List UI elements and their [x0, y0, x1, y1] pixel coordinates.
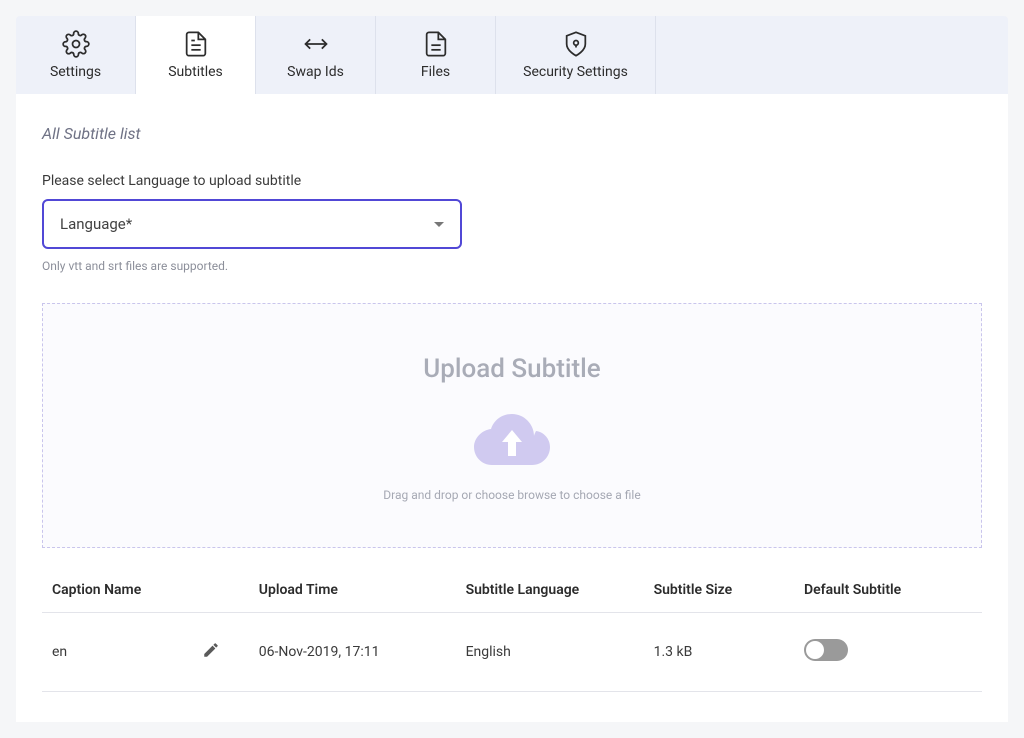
cell-upload-time: 06-Nov-2019, 17:11 [249, 613, 456, 692]
document-icon [182, 30, 210, 58]
th-upload-time: Upload Time [249, 568, 456, 613]
th-caption-name: Caption Name [42, 568, 192, 613]
cloud-upload-icon [474, 414, 550, 468]
tab-subtitles[interactable]: Subtitles [136, 16, 256, 94]
section-title: All Subtitle list [42, 124, 982, 143]
tab-label: Subtitles [168, 64, 223, 80]
toggle-knob [806, 641, 824, 659]
default-subtitle-toggle[interactable] [804, 639, 848, 661]
content-panel: All Subtitle list Please select Language… [16, 94, 1008, 722]
swap-icon [302, 30, 330, 58]
language-helper-text: Only vtt and srt files are supported. [42, 259, 982, 273]
upload-hint: Drag and drop or choose browse to choose… [43, 488, 981, 502]
language-select-value: Language* [60, 215, 132, 233]
upload-dropzone[interactable]: Upload Subtitle Drag and drop or choose … [42, 303, 982, 548]
cell-size: 1.3 kB [644, 613, 794, 692]
chevron-down-icon [434, 222, 444, 227]
tab-settings[interactable]: Settings [16, 16, 136, 94]
gear-icon [62, 30, 90, 58]
tab-label: Files [421, 64, 450, 80]
edit-icon[interactable] [202, 641, 220, 659]
tab-security-settings[interactable]: Security Settings [496, 16, 656, 94]
subtitles-table: Caption Name Upload Time Subtitle Langua… [42, 568, 982, 692]
tab-label: Swap Ids [287, 64, 344, 80]
language-select[interactable]: Language* [42, 199, 462, 249]
th-edit [192, 568, 248, 613]
th-default-subtitle: Default Subtitle [794, 568, 982, 613]
tab-label: Settings [50, 64, 101, 80]
th-subtitle-size: Subtitle Size [644, 568, 794, 613]
cell-caption-name: en [42, 613, 192, 692]
tabs-nav: Settings Subtitles Swap Ids [16, 16, 1008, 94]
tab-label: Security Settings [523, 64, 628, 80]
language-field-label: Please select Language to upload subtitl… [42, 173, 982, 189]
cell-language: English [456, 613, 644, 692]
tab-swap-ids[interactable]: Swap Ids [256, 16, 376, 94]
table-row: en 06-Nov-2019, 17:11 English 1.3 kB [42, 613, 982, 692]
th-subtitle-language: Subtitle Language [456, 568, 644, 613]
upload-title: Upload Subtitle [43, 354, 981, 384]
tab-files[interactable]: Files [376, 16, 496, 94]
file-icon [422, 30, 450, 58]
shield-lock-icon [562, 30, 590, 58]
